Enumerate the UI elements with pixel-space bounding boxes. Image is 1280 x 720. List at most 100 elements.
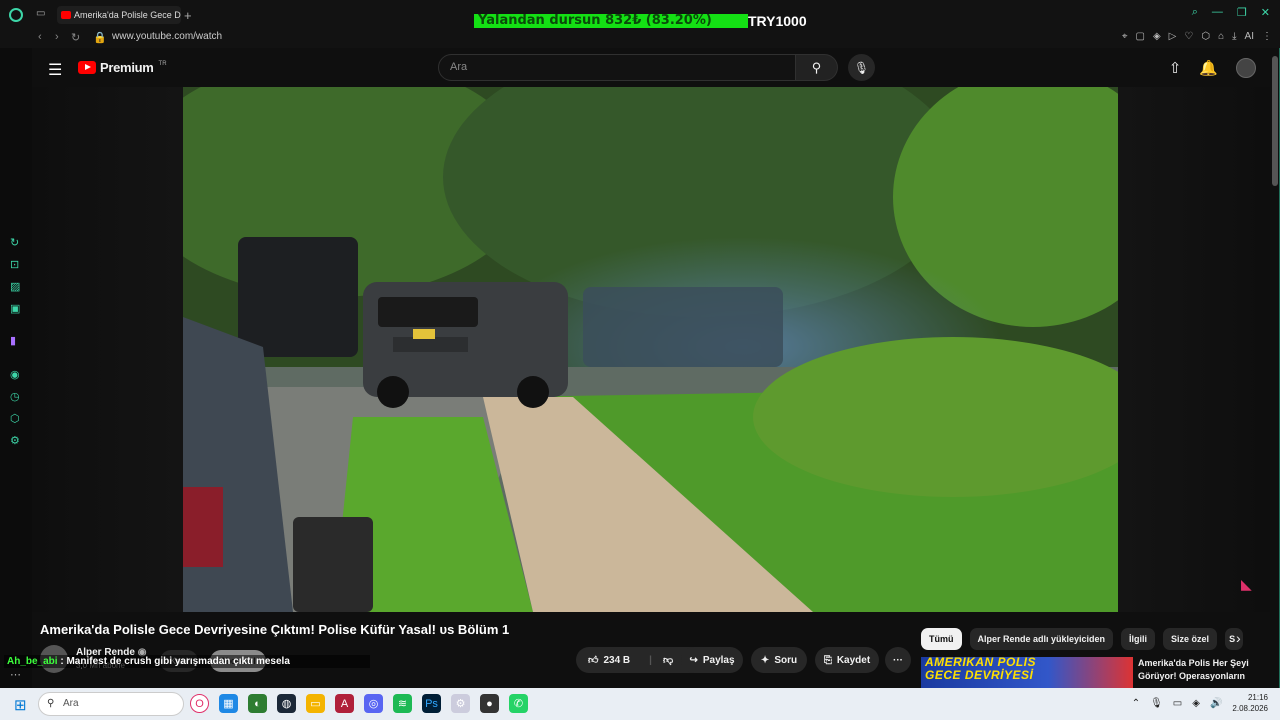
upload-icon[interactable]: ⇧ [1169, 59, 1182, 77]
store-app-icon[interactable]: ▦ [219, 694, 238, 713]
extensions-icon[interactable]: ⬡ [1201, 31, 1210, 42]
chip-related[interactable]: İlgili [1121, 628, 1156, 650]
youtube-logo[interactable]: Premium TR [78, 60, 167, 75]
heart-icon[interactable]: ♡ [1184, 31, 1193, 42]
clock-time: 21:16 [1247, 693, 1268, 702]
monitor-icon[interactable]: ▭ [1173, 698, 1182, 709]
minimize-icon[interactable]: — [1212, 6, 1223, 19]
browser-tab-active[interactable]: Amerika'da Polisle Gece De [57, 6, 181, 24]
chat-username: Ah_be_abi [7, 656, 58, 667]
obs-app-icon[interactable]: ● [480, 694, 499, 713]
save-button[interactable]: ⎘ Kaydet [815, 647, 879, 673]
lock-icon: 🔒 [93, 32, 107, 44]
download-icon[interactable]: ⤓ [1232, 31, 1236, 42]
opera-sidebar: ↻ ⊡ ▨ ▣ ▮ ◉ ◷ ⬡ ⚙ ⋯ [0, 48, 32, 688]
windows-start-icon[interactable]: ⊞ [14, 696, 27, 714]
recommendation-title[interactable]: Amerika'da Polis Her Şeyi Görüyor! Opera… [1138, 657, 1268, 683]
browser-toolbar-icons: ⌖ ▢ ◈ ▷ ♡ ⬡ ⌂ ⤓ AI ⋮ [1122, 31, 1272, 42]
window-controls: ⌕ — ❐ ✕ [1192, 6, 1270, 19]
thumbs-up-icon: 👍︎ [588, 655, 599, 666]
bot-icon[interactable]: ⊡ [10, 258, 19, 271]
taskbar-search[interactable]: ⚲ Ara [38, 692, 184, 716]
photoshop-app-icon[interactable]: Ps [422, 694, 441, 713]
reload-icon[interactable]: ↻ [71, 31, 80, 44]
browser-app-icon[interactable]: ◐ [248, 694, 267, 713]
recommendation-chips: Tümü Alper Rende adlı yükleyiciden İlgil… [921, 628, 1244, 650]
twitch-icon[interactable]: ▮ [10, 334, 16, 347]
page-scrollbar[interactable] [1272, 56, 1278, 186]
network-icon[interactable]: ◈ [1192, 698, 1200, 709]
opera-gx-app-icon[interactable]: O [190, 694, 209, 713]
aria-ai-button[interactable]: AI [1245, 31, 1254, 42]
discord-app-icon[interactable]: ◎ [364, 694, 383, 713]
dislike-button[interactable]: 👎︎ [663, 654, 673, 666]
opera-logo-icon[interactable] [9, 8, 23, 22]
chat-overlay-message: Ah_be_abi : Manifest de crush gibi yarış… [4, 655, 370, 668]
shield-icon[interactable]: ◈ [1153, 31, 1161, 42]
new-tab-plus-icon[interactable]: + [184, 8, 192, 23]
url-text[interactable]: www.youtube.com/watch [112, 31, 222, 42]
search-tabs-icon[interactable]: ⌕ [1192, 6, 1198, 19]
channel-watermark-icon[interactable]: ◣ [1241, 576, 1252, 593]
settings-icon[interactable]: ⚙ [10, 434, 20, 447]
history-icon[interactable]: ◷ [10, 390, 20, 403]
header-actions: ⇧ 🔔 [1169, 58, 1256, 78]
thumbs-down-icon: 👎︎ [662, 655, 674, 666]
youtube-premium-wordmark: Premium [100, 60, 154, 75]
steam-app-icon[interactable]: ◍ [277, 694, 296, 713]
recommendation-thumbnail[interactable]: AMERİKAN POLİS GECE DEVRİYESİ [921, 657, 1133, 688]
share-button[interactable]: ↪ Paylaş [681, 647, 743, 673]
voice-search-button[interactable]: 🎙 [848, 54, 875, 81]
menu-icon[interactable]: ⋮ [1262, 31, 1272, 42]
player-icon[interactable]: ▷ [1169, 31, 1177, 42]
notifications-bell-icon[interactable]: 🔔 [1199, 59, 1218, 77]
adobe-app-icon[interactable]: A [335, 694, 354, 713]
video-frame-image [183, 87, 1118, 612]
donation-goal-target: TRY1000 [748, 13, 807, 29]
search-input[interactable]: Ara [438, 54, 796, 81]
video-player[interactable] [183, 87, 1118, 612]
whatsapp-app-icon[interactable]: ✆ [509, 694, 528, 713]
thumbnail-text: AMERİKAN POLİS GECE DEVRİYESİ [925, 657, 1037, 682]
ambient-right [1118, 87, 1270, 612]
youtube-header: ☰ Premium TR Ara ⚲ 🎙 ⇧ 🔔 [32, 48, 1270, 88]
microphone-tray-icon[interactable]: 🎙 [1150, 698, 1163, 709]
back-icon[interactable]: ‹ [38, 31, 42, 43]
aria-icon[interactable]: ↻ [10, 236, 19, 249]
like-count: 234 B [603, 654, 631, 666]
gx-icon[interactable]: ▨ [10, 280, 20, 293]
chat-message-text: Manifest de crush gibi yarışmadan çıktı … [66, 656, 290, 667]
account-avatar[interactable] [1236, 58, 1256, 78]
extensions-sidebar-icon[interactable]: ⬡ [10, 412, 20, 425]
volume-icon[interactable]: 🔊 [1210, 698, 1222, 709]
sidebar-more-icon[interactable]: ⋯ [10, 668, 21, 681]
tray-chevron-icon[interactable]: ⌃ [1132, 698, 1140, 709]
close-icon[interactable]: ✕ [1261, 6, 1270, 19]
maximize-icon[interactable]: ❐ [1237, 6, 1247, 19]
wallet-icon[interactable]: ⌂ [1218, 31, 1224, 42]
tab-title: Amerika'da Polisle Gece De [74, 10, 181, 20]
ambient-left [32, 87, 183, 612]
taskbar-apps: O ▦ ◐ ◍ ▭ A ◎ ≋ Ps ⚙ ● ✆ [190, 694, 528, 713]
chevron-right-icon[interactable]: › [1236, 630, 1241, 646]
settings-app-icon[interactable]: ⚙ [451, 694, 470, 713]
chip-all[interactable]: Tümü [921, 628, 962, 650]
tab-manager-icon[interactable]: ▭ [36, 8, 45, 19]
snapshot-icon[interactable]: ▢ [1136, 31, 1145, 42]
more-actions-button[interactable]: ··· [885, 647, 911, 673]
file-explorer-icon[interactable]: ▭ [306, 694, 325, 713]
pin-icon[interactable]: ⌖ [1122, 31, 1128, 42]
forward-icon[interactable]: › [55, 31, 59, 43]
windows-taskbar: ⊞ ⚲ Ara O ▦ ◐ ◍ ▭ A ◎ ≋ Ps ⚙ ● ✆ ⌃ 🎙 ▭ ◈… [0, 688, 1280, 720]
clock[interactable]: 21:16 2.08.2026 [1232, 692, 1268, 714]
chip-from-uploader[interactable]: Alper Rende adlı yükleyiciden [969, 628, 1114, 650]
youtube-play-icon [78, 61, 96, 74]
search-button[interactable]: ⚲ [796, 54, 838, 81]
chip-for-you[interactable]: Size özel [1163, 628, 1218, 650]
ask-button[interactable]: ✦ Soru [751, 647, 807, 673]
spotify-app-icon[interactable]: ≋ [393, 694, 412, 713]
like-button[interactable]: 👍︎ 234 B [588, 654, 631, 667]
player-sidebar-icon[interactable]: ◉ [10, 368, 20, 381]
hamburger-menu-icon[interactable]: ☰ [48, 60, 62, 80]
messenger-icon[interactable]: ▣ [10, 302, 20, 315]
